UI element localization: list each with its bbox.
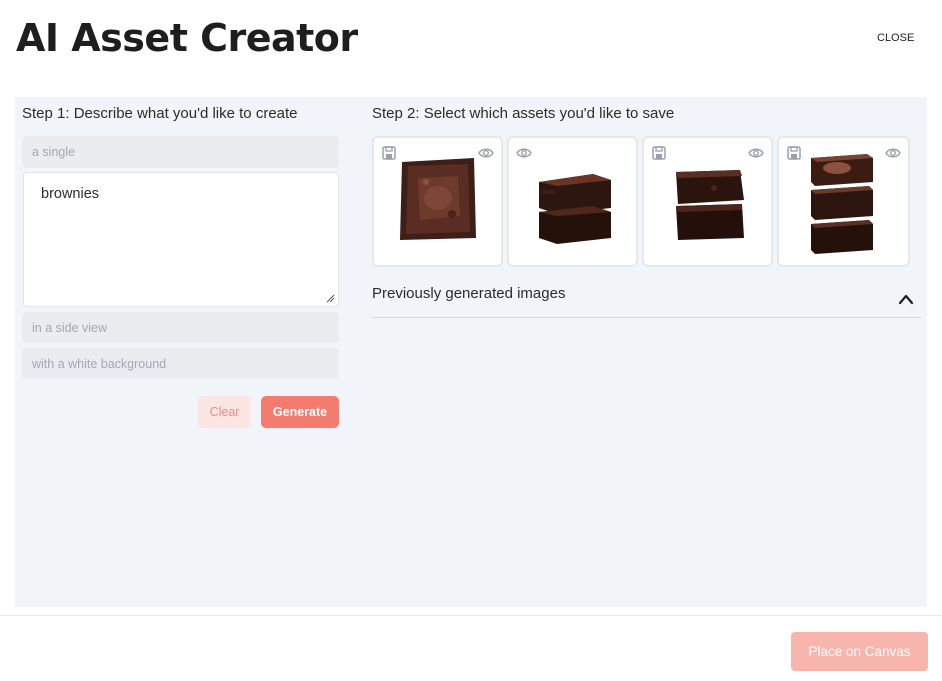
- close-button[interactable]: CLOSE: [877, 32, 914, 44]
- background-input[interactable]: with a white background: [22, 348, 339, 379]
- chevron-up-icon[interactable]: [898, 293, 914, 305]
- eye-icon[interactable]: [748, 145, 764, 161]
- generate-button[interactable]: Generate: [261, 396, 339, 428]
- eye-icon[interactable]: [885, 145, 901, 161]
- save-icon[interactable]: [381, 145, 397, 161]
- asset-card[interactable]: [777, 136, 910, 267]
- asset-card[interactable]: [507, 136, 638, 267]
- brownie-image: [400, 158, 476, 240]
- asset-card[interactable]: [372, 136, 503, 267]
- main-panel: Step 1: Describe what you'd like to crea…: [15, 97, 927, 607]
- clear-button[interactable]: Clear: [198, 396, 251, 428]
- eye-icon[interactable]: [516, 145, 532, 161]
- save-icon[interactable]: [651, 145, 667, 161]
- asset-card[interactable]: [642, 136, 773, 267]
- step1-label: Step 1: Describe what you'd like to crea…: [22, 105, 298, 122]
- brownie-image: [811, 154, 873, 254]
- subject-text: brownies: [41, 186, 100, 202]
- step2-label: Step 2: Select which assets you'd like t…: [372, 105, 675, 122]
- brownie-image: [539, 174, 611, 244]
- previous-images-label: Previously generated images: [372, 285, 566, 302]
- footer-divider: [0, 615, 942, 616]
- prefix-input[interactable]: a single: [22, 136, 339, 168]
- resize-grip-icon[interactable]: [326, 294, 335, 303]
- page-title: AI Asset Creator: [16, 16, 358, 60]
- place-on-canvas-button[interactable]: Place on Canvas: [791, 632, 928, 671]
- save-icon[interactable]: [786, 145, 802, 161]
- eye-icon[interactable]: [478, 145, 494, 161]
- divider: [372, 317, 921, 318]
- subject-textarea[interactable]: brownies: [23, 172, 339, 307]
- view-input[interactable]: in a side view: [22, 312, 339, 343]
- brownie-image: [676, 170, 744, 240]
